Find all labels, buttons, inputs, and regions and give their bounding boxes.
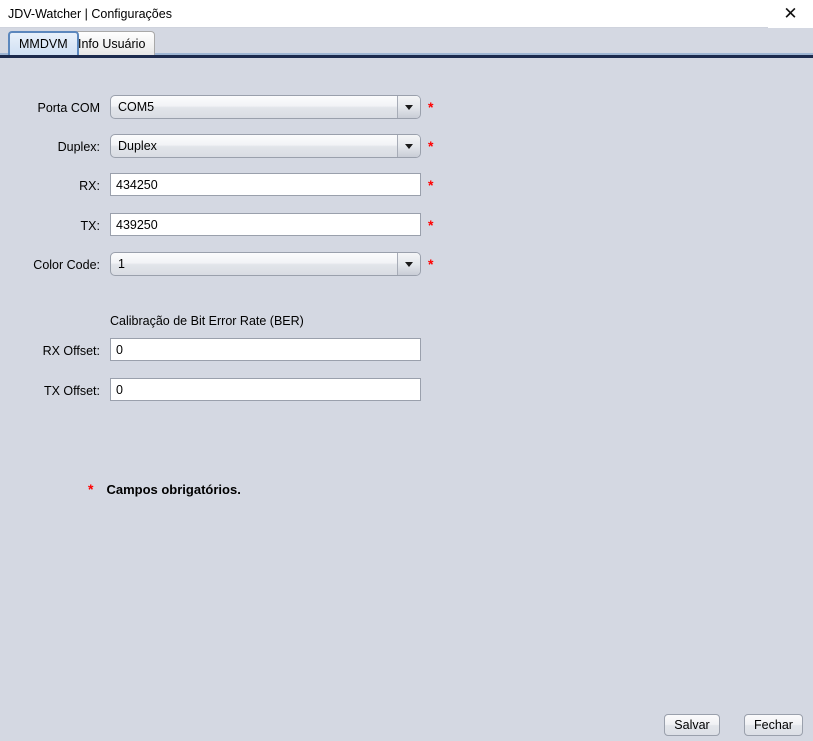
color-code-label: Color Code: (33, 258, 100, 272)
field-row-rx-offset: RX Offset: (0, 338, 440, 364)
mandatory-note-text: Campos obrigatórios. (106, 482, 241, 497)
porta-com-label: Porta COM (37, 101, 100, 115)
rx-required-star: * (428, 177, 434, 193)
color-code-chevron-down-icon[interactable] (397, 253, 420, 275)
tx-label: TX: (80, 219, 100, 233)
close-window-button[interactable]: ✕ (768, 0, 813, 28)
tx-offset-input[interactable] (110, 378, 421, 401)
settings-panel: Porta COM COM5 * Duplex: Duplex * RX: * … (0, 58, 813, 741)
ber-section-header: Calibração de Bit Error Rate (BER) (110, 314, 304, 328)
color-code-required-star: * (428, 256, 434, 272)
close-button[interactable]: Fechar (744, 714, 803, 736)
porta-com-combobox[interactable]: COM5 (110, 95, 421, 119)
rx-label: RX: (79, 179, 100, 193)
window-titlebar: JDV-Watcher | Configurações ✕ (0, 0, 813, 28)
field-row-duplex: Duplex: Duplex * (0, 134, 440, 160)
save-button[interactable]: Salvar (664, 714, 720, 736)
window-title: JDV-Watcher | Configurações (8, 7, 172, 21)
rx-input[interactable] (110, 173, 421, 196)
field-row-color-code: Color Code: 1 * (0, 252, 440, 278)
tab-info-usuario[interactable]: Info Usuário (68, 31, 156, 55)
duplex-required-star: * (428, 138, 434, 154)
chevron-down-icon (405, 104, 413, 110)
field-row-tx-offset: TX Offset: (0, 378, 440, 404)
close-icon: ✕ (783, 3, 798, 24)
chevron-down-icon (405, 143, 413, 149)
porta-com-required-star: * (428, 99, 434, 115)
porta-com-chevron-down-icon[interactable] (397, 96, 420, 118)
mandatory-fields-note: * Campos obrigatórios. (88, 481, 241, 497)
duplex-chevron-down-icon[interactable] (397, 135, 420, 157)
rx-offset-input[interactable] (110, 338, 421, 361)
tab-mmdvm[interactable]: MMDVM (8, 31, 79, 55)
chevron-down-icon (405, 261, 413, 267)
tab-info-usuario-label: Info Usuário (78, 36, 146, 51)
duplex-combobox[interactable]: Duplex (110, 134, 421, 158)
tx-required-star: * (428, 217, 434, 233)
tab-underline (0, 55, 813, 58)
field-row-tx: TX: * (0, 213, 440, 239)
tab-mmdvm-label: MMDVM (19, 37, 68, 51)
porta-com-value: COM5 (118, 100, 155, 114)
rx-offset-label: RX Offset: (42, 344, 100, 358)
tx-offset-label: TX Offset: (43, 384, 100, 398)
color-code-combobox[interactable]: 1 (110, 252, 421, 276)
tx-input[interactable] (110, 213, 421, 236)
field-row-porta-com: Porta COM COM5 * (0, 95, 440, 121)
mandatory-star-icon: * (88, 481, 94, 497)
field-row-rx: RX: * (0, 173, 440, 199)
duplex-label: Duplex: (57, 140, 100, 154)
color-code-value: 1 (118, 257, 125, 271)
duplex-value: Duplex (118, 139, 157, 153)
